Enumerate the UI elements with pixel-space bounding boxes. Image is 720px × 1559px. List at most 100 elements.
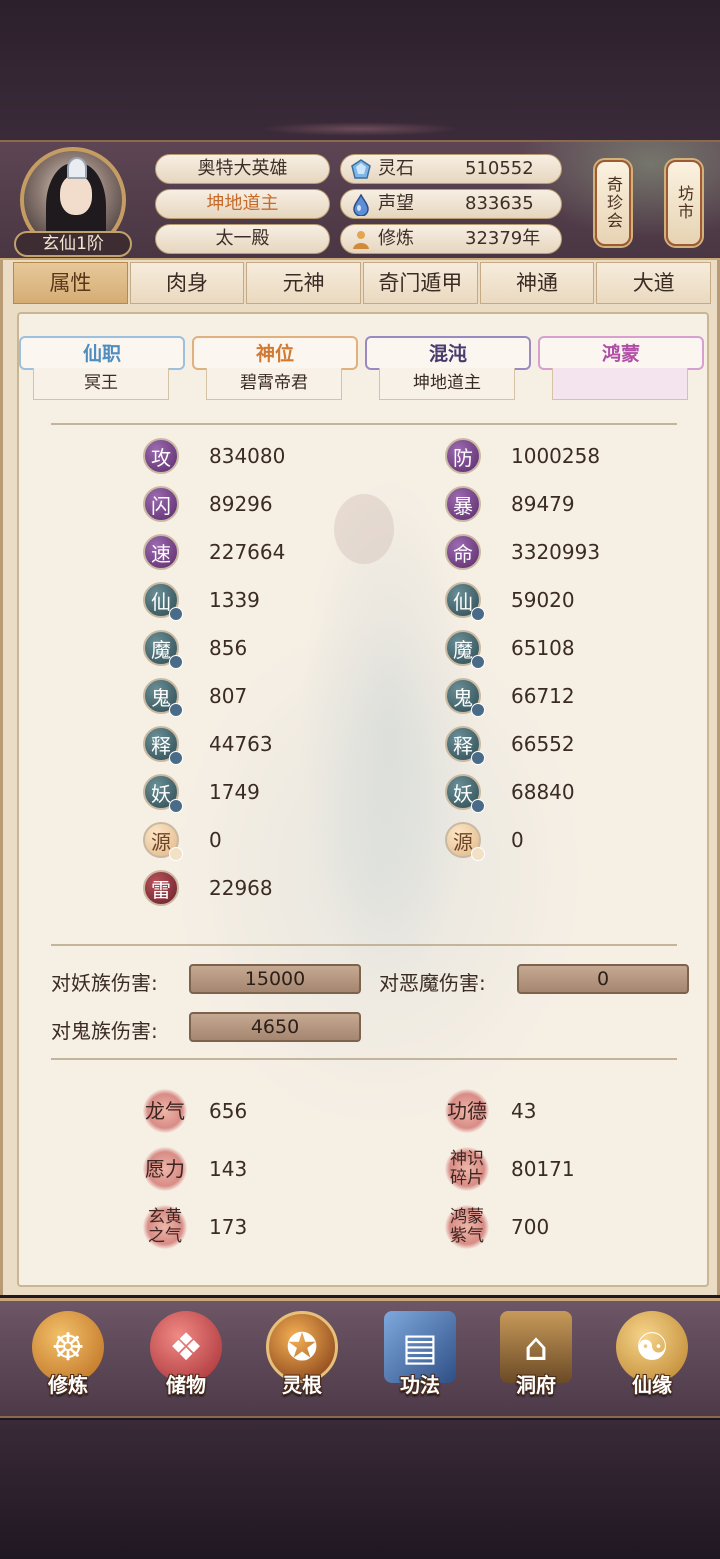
nav-cultivate-button[interactable]: ☸ 修炼 [18,1311,118,1421]
cultivation-resource: 修炼 32379年 [340,224,562,254]
stat-value: 22968 [209,876,273,900]
stat-orb: 防 [445,438,481,474]
stat-glyph: 仙 [453,589,473,614]
stat-orb: 魔 [143,630,183,669]
stat-marker-icon [169,703,183,717]
stat-value: 834080 [209,444,286,468]
nav-label: 洞府 [516,1373,556,1397]
stat-glyph: 速 [151,541,171,566]
yao-damage-value: 15000 [189,964,361,994]
nav-spirit-root-button[interactable]: ✪ 灵根 [252,1311,352,1421]
stat-glyph: 魔 [151,637,171,662]
stat-value: 807 [209,684,248,708]
nav-storage-button[interactable]: ❖ 储物 [136,1311,236,1421]
stat-row: 速 227664 [143,534,285,570]
market-button[interactable]: 坊市 [666,160,702,246]
stat-row: 暴 89479 [445,486,575,522]
stat-marker-icon [471,607,485,621]
stat-row: 仙 1339 [143,582,260,621]
stat-value: 1000258 [511,444,601,468]
stat-orb: 妖 [143,774,183,813]
stat-row: 鬼 66712 [445,678,575,717]
stat-glyph: 暴 [453,493,473,518]
stat-value: 59020 [511,588,575,612]
nav-techniques-button[interactable]: ▤ 功法 [370,1311,470,1421]
title-label-xianzhi: 仙职 [19,336,185,370]
ghost-damage-value: 4650 [189,1012,361,1042]
title-label-hundun: 混沌 [365,336,531,370]
stat-value: 700 [511,1215,550,1239]
stat-glyph: 攻 [151,445,171,470]
stat-seal: 玄黄之气 [143,1205,187,1249]
stat-row: 闪 89296 [143,486,273,522]
nav-label: 修炼 [48,1373,88,1397]
stat-row: 雷 22968 [143,870,273,906]
resource-value: 32379年 [465,228,541,249]
player-palace: 太一殿 [155,224,330,254]
tab-qimen[interactable]: 奇门遁甲 [363,262,478,304]
ghost-damage-label: 对鬼族伤害: [51,1019,158,1043]
stat-value: 66552 [511,732,575,756]
fame-resource: 声望 833635 [340,189,562,219]
stat-marker-icon [169,607,183,621]
stat-glyph: 释 [151,733,171,758]
stat-glyph: 妖 [453,781,473,806]
stat-value: 89296 [209,492,273,516]
stat-orb: 妖 [445,774,485,813]
stat-value: 227664 [209,540,286,564]
stat-marker-icon [169,655,183,669]
stat-marker-icon [169,847,183,861]
stat-glyph: 防 [453,445,473,470]
stat-orb: 闪 [143,486,179,522]
stat-row: 仙 59020 [445,582,575,621]
stat-row: 释 44763 [143,726,273,765]
stat-seal: 神识碎片 [445,1147,489,1191]
stat-row: 源0 [445,822,524,861]
stat-orb: 命 [445,534,481,570]
extra-stat-merit: 功德 43 [445,1089,536,1133]
stat-row: 释 66552 [445,726,575,765]
avatar-face [60,175,92,215]
player-header: 玄仙1阶 奥特大英雄 坤地道主 太一殿 灵石 510552 声望 833635 … [0,140,720,260]
stat-row: 妖 68840 [445,774,575,813]
stat-marker-icon [169,751,183,765]
stat-orb: 魔 [445,630,485,669]
stat-value: 173 [209,1215,248,1239]
attribute-content: 仙职 冥王 神位 碧霄帝君 混沌 坤地道主 鸿蒙 攻 834080 闪 89296 速 2… [17,312,709,1287]
stat-glyph: 仙 [151,589,171,614]
stat-glyph: 妖 [151,781,171,806]
nav-label: 灵根 [282,1373,322,1397]
stat-seal: 龙气 [143,1089,187,1133]
treasure-shop-button[interactable]: 奇珍会 [595,160,631,246]
stat-glyph: 命 [453,541,473,566]
tab-powers[interactable]: 神通 [479,262,595,304]
demon-damage-value: 0 [517,964,689,994]
stat-marker-icon [471,751,485,765]
stat-marker-icon [471,655,485,669]
avatar-crown [67,157,87,179]
stat-value: 656 [209,1099,248,1123]
tab-dao[interactable]: 大道 [596,262,712,304]
stat-orb: 释 [143,726,183,765]
extra-stat-wish-power: 愿力 143 [143,1147,247,1191]
title-label-shenwei: 神位 [192,336,358,370]
stat-marker-icon [471,799,485,813]
divider [51,423,677,425]
stat-glyph: 鬼 [151,685,171,710]
nav-cave-button[interactable]: ⌂ 洞府 [486,1311,586,1421]
stat-value: 3320993 [511,540,601,564]
top-frame [0,0,720,140]
tab-soul[interactable]: 元神 [246,262,362,304]
tab-body[interactable]: 肉身 [129,262,245,304]
meditation-icon [349,228,373,252]
stat-orb: 源 [445,822,485,861]
stat-value: 89479 [511,492,575,516]
title-label-hongmeng: 鸿蒙 [538,336,704,370]
title-row: 仙职 冥王 神位 碧霄帝君 混沌 坤地道主 鸿蒙 [19,336,707,406]
nav-fortune-button[interactable]: ☯ 仙缘 [602,1311,702,1421]
tab-attributes[interactable]: 属性 [13,262,128,304]
bottom-frame [0,1420,720,1559]
stat-glyph: 源 [151,829,171,854]
stat-value: 68840 [511,780,575,804]
stat-orb: 释 [445,726,485,765]
